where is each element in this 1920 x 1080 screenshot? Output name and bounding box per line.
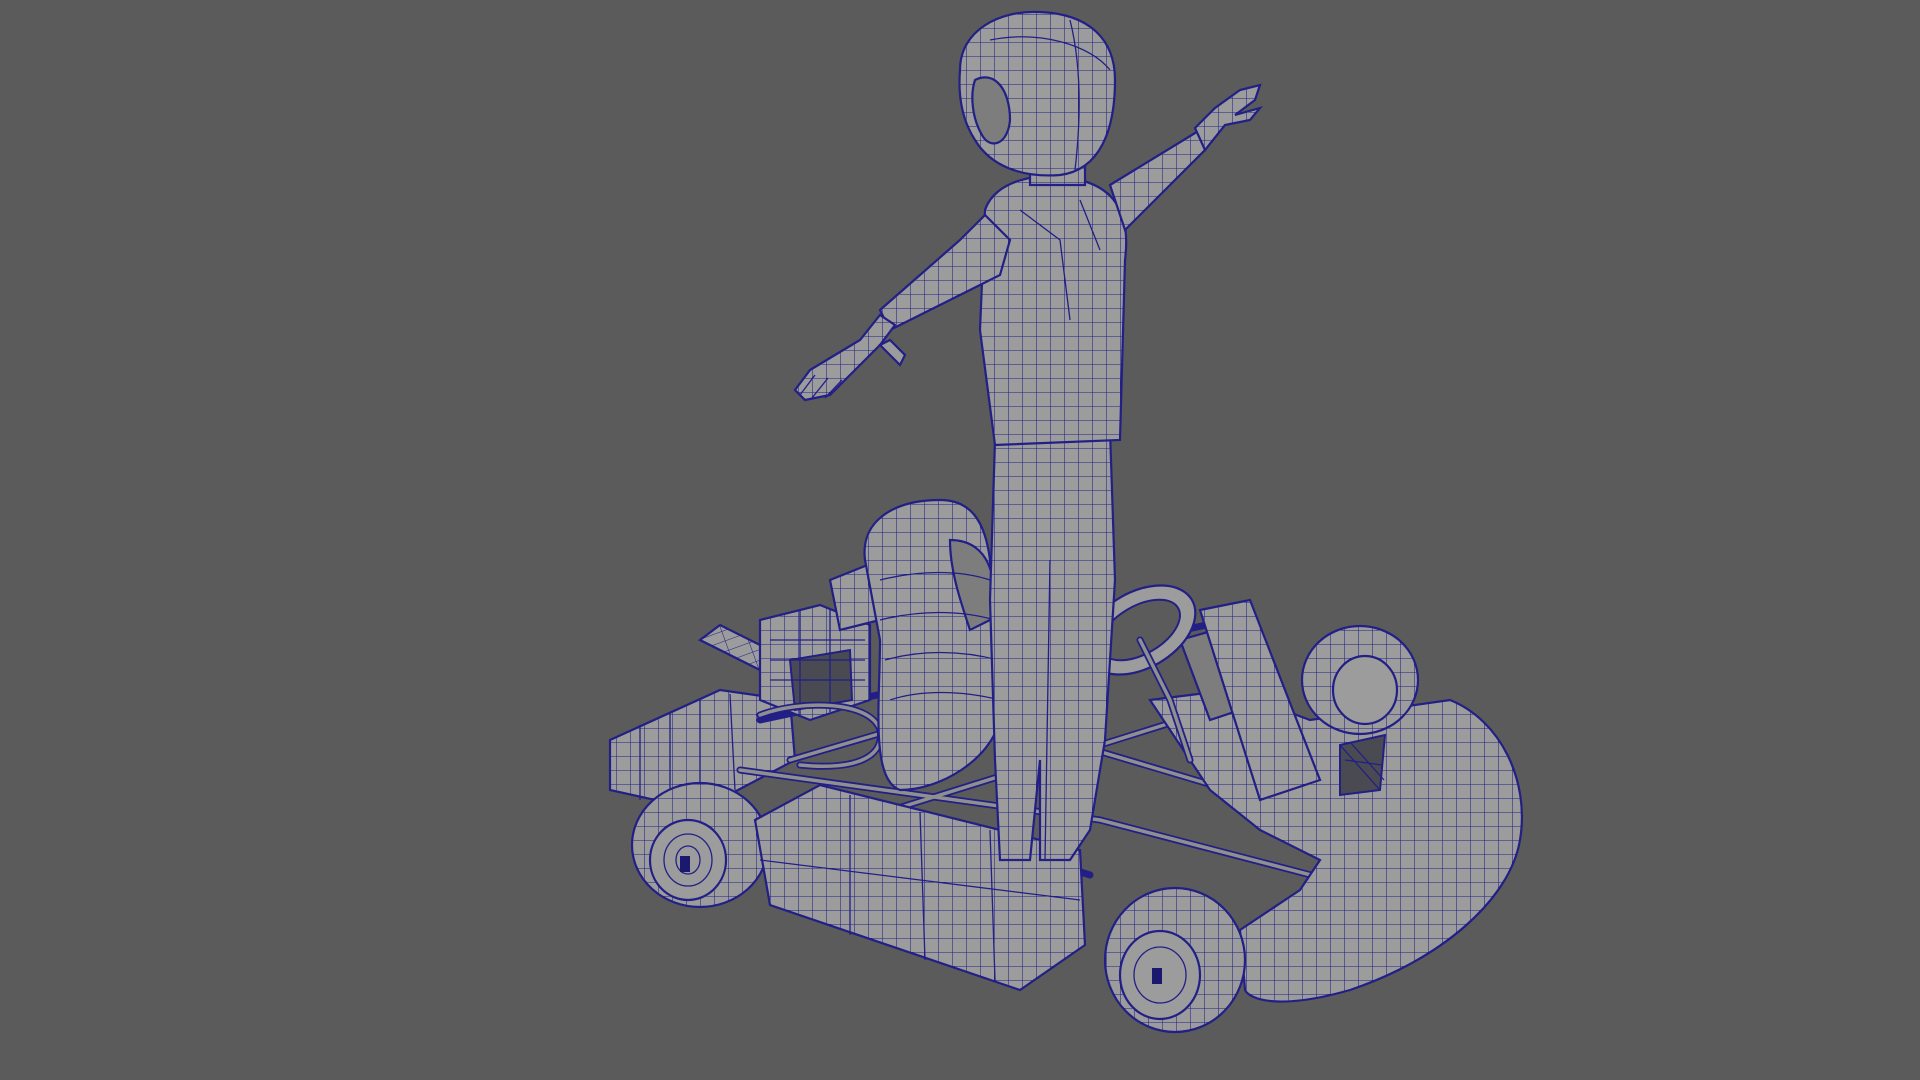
scene-render[interactable]	[0, 0, 1920, 1080]
right-hand-mesh[interactable]	[1193, 83, 1264, 153]
seat-mesh[interactable]	[863, 498, 1002, 792]
legs-mesh[interactable]	[988, 428, 1117, 862]
left-hand-mesh[interactable]	[793, 313, 907, 402]
helmet-mesh[interactable]	[958, 10, 1117, 177]
front-wheel-right-mesh[interactable]	[1300, 624, 1420, 736]
torso-mesh[interactable]	[978, 175, 1128, 447]
rear-wheel-mesh[interactable]	[630, 781, 770, 909]
front-wheel-left-mesh[interactable]	[1103, 886, 1247, 1034]
viewport-3d[interactable]	[0, 0, 1920, 1080]
right-arm-mesh[interactable]	[1108, 128, 1207, 233]
